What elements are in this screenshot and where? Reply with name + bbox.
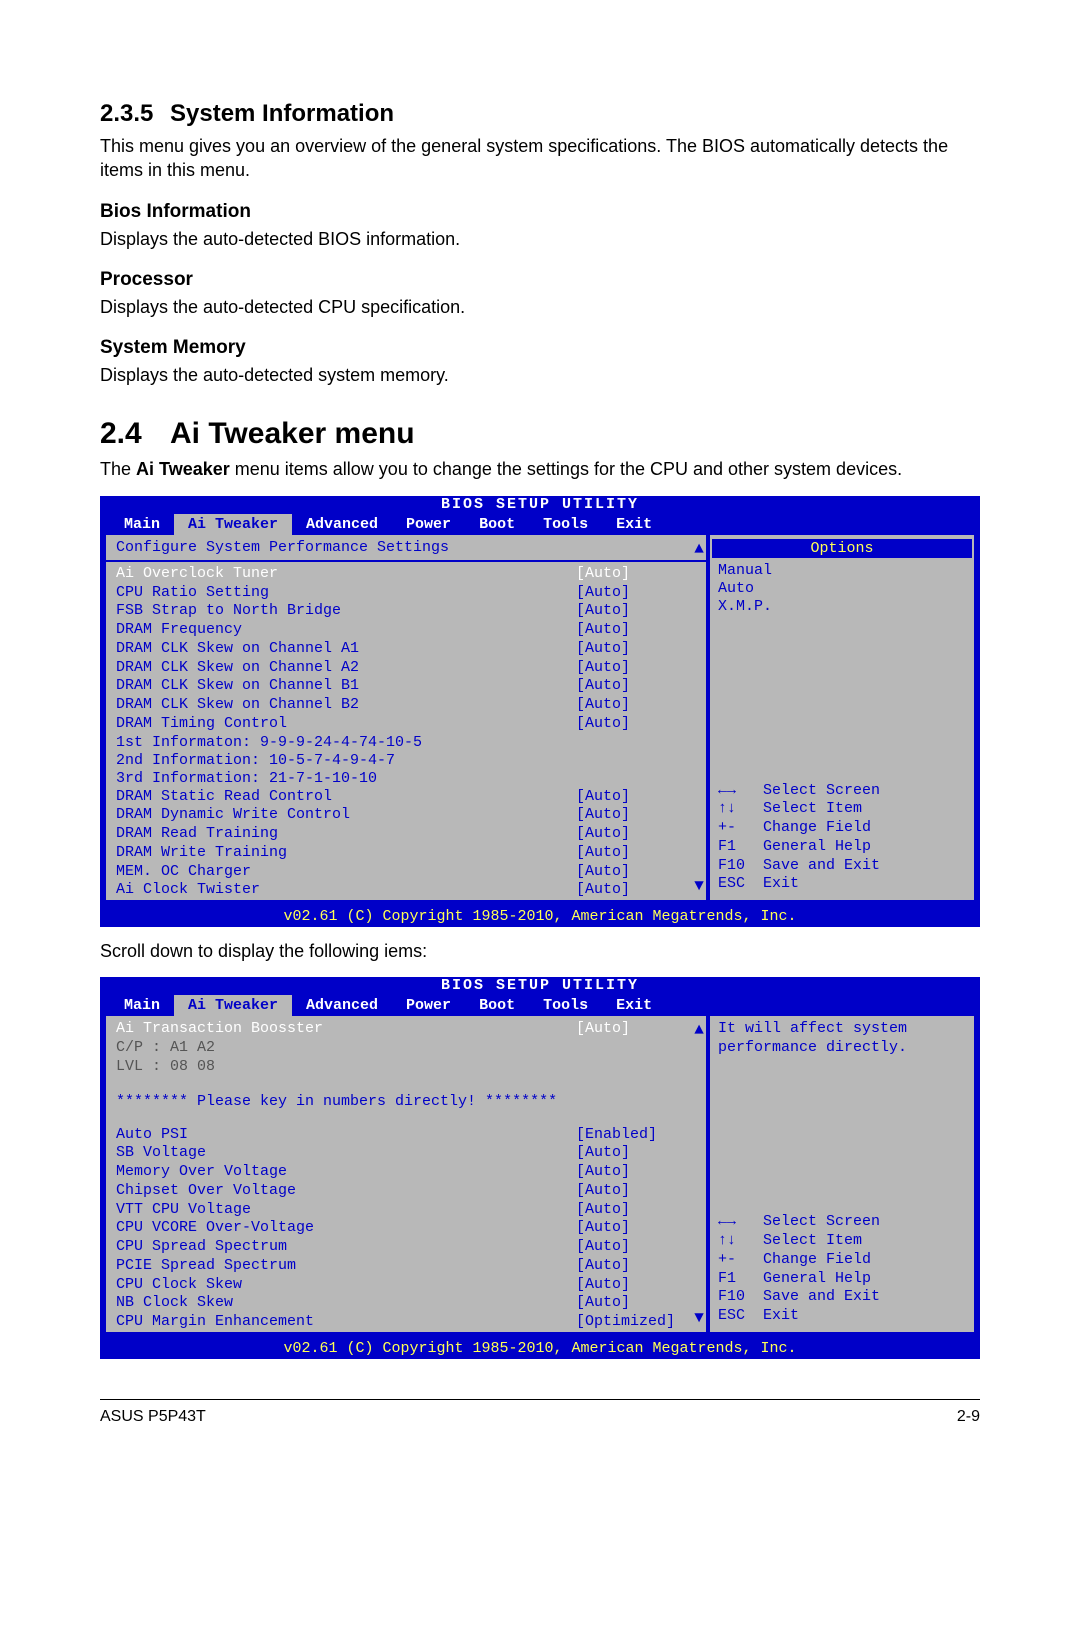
setting-row[interactable]: Memory Over Voltage[Auto]	[106, 1163, 706, 1182]
setting-row[interactable]: FSB Strap to North Bridge[Auto]	[106, 602, 706, 621]
bios-title: BIOS SETUP UTILITY	[100, 496, 980, 514]
triangle-down-icon: ▼	[691, 878, 707, 894]
setting-row[interactable]: PCIE Spread Spectrum[Auto]	[106, 1257, 706, 1276]
tab-tools[interactable]: Tools	[529, 514, 602, 535]
help-note: It will affect systemperformance directl…	[718, 1020, 966, 1058]
triangle-down-icon: ▼	[691, 1310, 707, 1326]
setting-row[interactable]: Ai Overclock Tuner[Auto]	[106, 565, 706, 584]
tab-advanced[interactable]: Advanced	[292, 514, 392, 535]
sub-bios-info-text: Displays the auto-detected BIOS informat…	[100, 227, 980, 251]
tab-exit[interactable]: Exit	[602, 514, 666, 535]
tab-power[interactable]: Power	[392, 995, 465, 1016]
setting-row[interactable]: SB Voltage[Auto]	[106, 1144, 706, 1163]
tab-ai-tweaker[interactable]: Ai Tweaker	[174, 995, 292, 1016]
key-line: +- Change Field	[718, 819, 966, 838]
scrollbar[interactable]: ▲ ▼	[691, 1016, 707, 1332]
page-footer: ASUS P5P43T 2-9	[100, 1399, 980, 1426]
sub-system-memory-header: System Memory	[100, 337, 980, 359]
sub-system-memory-text: Displays the auto-detected system memory…	[100, 363, 980, 387]
setting-row[interactable]: DRAM Write Training[Auto]	[106, 844, 706, 863]
info-line: 3rd Information: 21-7-1-10-10	[106, 770, 706, 788]
footer-right: 2-9	[957, 1408, 980, 1426]
setting-row[interactable]: CPU Spread Spectrum[Auto]	[106, 1238, 706, 1257]
setting-row[interactable]: CPU Ratio Setting[Auto]	[106, 584, 706, 603]
key-line: ←→ Select Screen	[718, 1213, 966, 1232]
key-line: F1 General Help	[718, 1270, 966, 1289]
key-line: ↑↓ Select Item	[718, 1232, 966, 1251]
option-item[interactable]: Auto	[718, 580, 966, 598]
setting-row[interactable]: DRAM Dynamic Write Control[Auto]	[106, 806, 706, 825]
setting-row[interactable]: CPU VCORE Over-Voltage[Auto]	[106, 1219, 706, 1238]
triangle-up-icon: ▲	[691, 1022, 707, 1038]
scrollbar[interactable]: ▲ ▼	[691, 535, 707, 900]
setting-row[interactable]: DRAM CLK Skew on Channel B2[Auto]	[106, 696, 706, 715]
key-line: ←→ Select Screen	[718, 782, 966, 801]
key-line: ESC Exit	[718, 875, 966, 894]
dim-line: C/P : A1 A2	[106, 1039, 706, 1058]
info-line: 1st Informaton: 9-9-9-24-4-74-10-5	[106, 734, 706, 752]
info-line: 2nd Information: 10-5-7-4-9-4-7	[106, 752, 706, 770]
tab-ai-tweaker[interactable]: Ai Tweaker	[174, 514, 292, 535]
interlude-text: Scroll down to display the following iem…	[100, 939, 980, 963]
setting-row[interactable]: DRAM CLK Skew on Channel B1[Auto]	[106, 677, 706, 696]
setting-row[interactable]: Ai Clock Twister[Auto]	[106, 881, 706, 900]
setting-row[interactable]: CPU Margin Enhancement[Optimized]	[106, 1313, 706, 1332]
section-235-header: 2.3.5System Information	[100, 100, 980, 128]
dim-line: LVL : 08 08	[106, 1058, 706, 1077]
tab-advanced[interactable]: Advanced	[292, 995, 392, 1016]
tab-power[interactable]: Power	[392, 514, 465, 535]
tab-boot[interactable]: Boot	[465, 514, 529, 535]
option-item[interactable]: Manual	[718, 562, 966, 580]
stars-line: ******** Please key in numbers directly!…	[106, 1091, 706, 1112]
footer-left: ASUS P5P43T	[100, 1408, 206, 1426]
setting-row[interactable]: DRAM Frequency[Auto]	[106, 621, 706, 640]
key-line: ↑↓ Select Item	[718, 800, 966, 819]
tab-boot[interactable]: Boot	[465, 995, 529, 1016]
key-line: +- Change Field	[718, 1251, 966, 1270]
setting-row[interactable]: DRAM CLK Skew on Channel A2[Auto]	[106, 659, 706, 678]
setting-row[interactable]: CPU Clock Skew[Auto]	[106, 1276, 706, 1295]
key-legend: ←→ Select Screen↑↓ Select Item+- Change …	[718, 782, 966, 895]
bios-tabs: MainAi TweakerAdvancedPowerBootToolsExit	[100, 514, 980, 535]
section-24-header: 2.4Ai Tweaker menu	[100, 417, 980, 451]
tab-tools[interactable]: Tools	[529, 995, 602, 1016]
tab-main[interactable]: Main	[110, 514, 174, 535]
key-legend: ←→ Select Screen↑↓ Select Item+- Change …	[718, 1213, 966, 1326]
setting-row[interactable]: NB Clock Skew[Auto]	[106, 1294, 706, 1313]
bios-footer: v02.61 (C) Copyright 1985-2010, American…	[100, 906, 980, 927]
setting-row: Ai Transaction Boosster[Auto]	[106, 1020, 706, 1039]
bios1-heading: Configure System Performance Settings	[106, 539, 706, 557]
setting-row[interactable]: DRAM Timing Control[Auto]	[106, 715, 706, 734]
bios-title: BIOS SETUP UTILITY	[100, 977, 980, 995]
sub-processor-header: Processor	[100, 269, 980, 291]
setting-row[interactable]: VTT CPU Voltage[Auto]	[106, 1201, 706, 1220]
sub-processor-text: Displays the auto-detected CPU specifica…	[100, 295, 980, 319]
setting-row[interactable]: Chipset Over Voltage[Auto]	[106, 1182, 706, 1201]
section-24-intro: The Ai Tweaker menu items allow you to c…	[100, 457, 980, 481]
setting-row[interactable]: DRAM CLK Skew on Channel A1[Auto]	[106, 640, 706, 659]
bios-footer: v02.61 (C) Copyright 1985-2010, American…	[100, 1338, 980, 1359]
sub-bios-info-header: Bios Information	[100, 201, 980, 223]
section-235-intro: This menu gives you an overview of the g…	[100, 134, 980, 183]
bios-screenshot-2: BIOS SETUP UTILITY MainAi TweakerAdvance…	[100, 977, 980, 1359]
key-line: ESC Exit	[718, 1307, 966, 1326]
tab-exit[interactable]: Exit	[602, 995, 666, 1016]
triangle-up-icon: ▲	[691, 541, 707, 557]
bios-tabs: MainAi TweakerAdvancedPowerBootToolsExit	[100, 995, 980, 1016]
setting-row[interactable]: MEM. OC Charger[Auto]	[106, 863, 706, 882]
setting-row[interactable]: DRAM Read Training[Auto]	[106, 825, 706, 844]
key-line: F10 Save and Exit	[718, 857, 966, 876]
setting-row[interactable]: Auto PSI[Enabled]	[106, 1126, 706, 1145]
key-line: F10 Save and Exit	[718, 1288, 966, 1307]
option-item[interactable]: X.M.P.	[718, 598, 966, 616]
setting-row[interactable]: DRAM Static Read Control[Auto]	[106, 788, 706, 807]
options-header: Options	[712, 539, 972, 558]
tab-main[interactable]: Main	[110, 995, 174, 1016]
options-list: ManualAutoX.M.P.	[718, 562, 966, 616]
key-line: F1 General Help	[718, 838, 966, 857]
bios-screenshot-1: BIOS SETUP UTILITY MainAi TweakerAdvance…	[100, 496, 980, 927]
